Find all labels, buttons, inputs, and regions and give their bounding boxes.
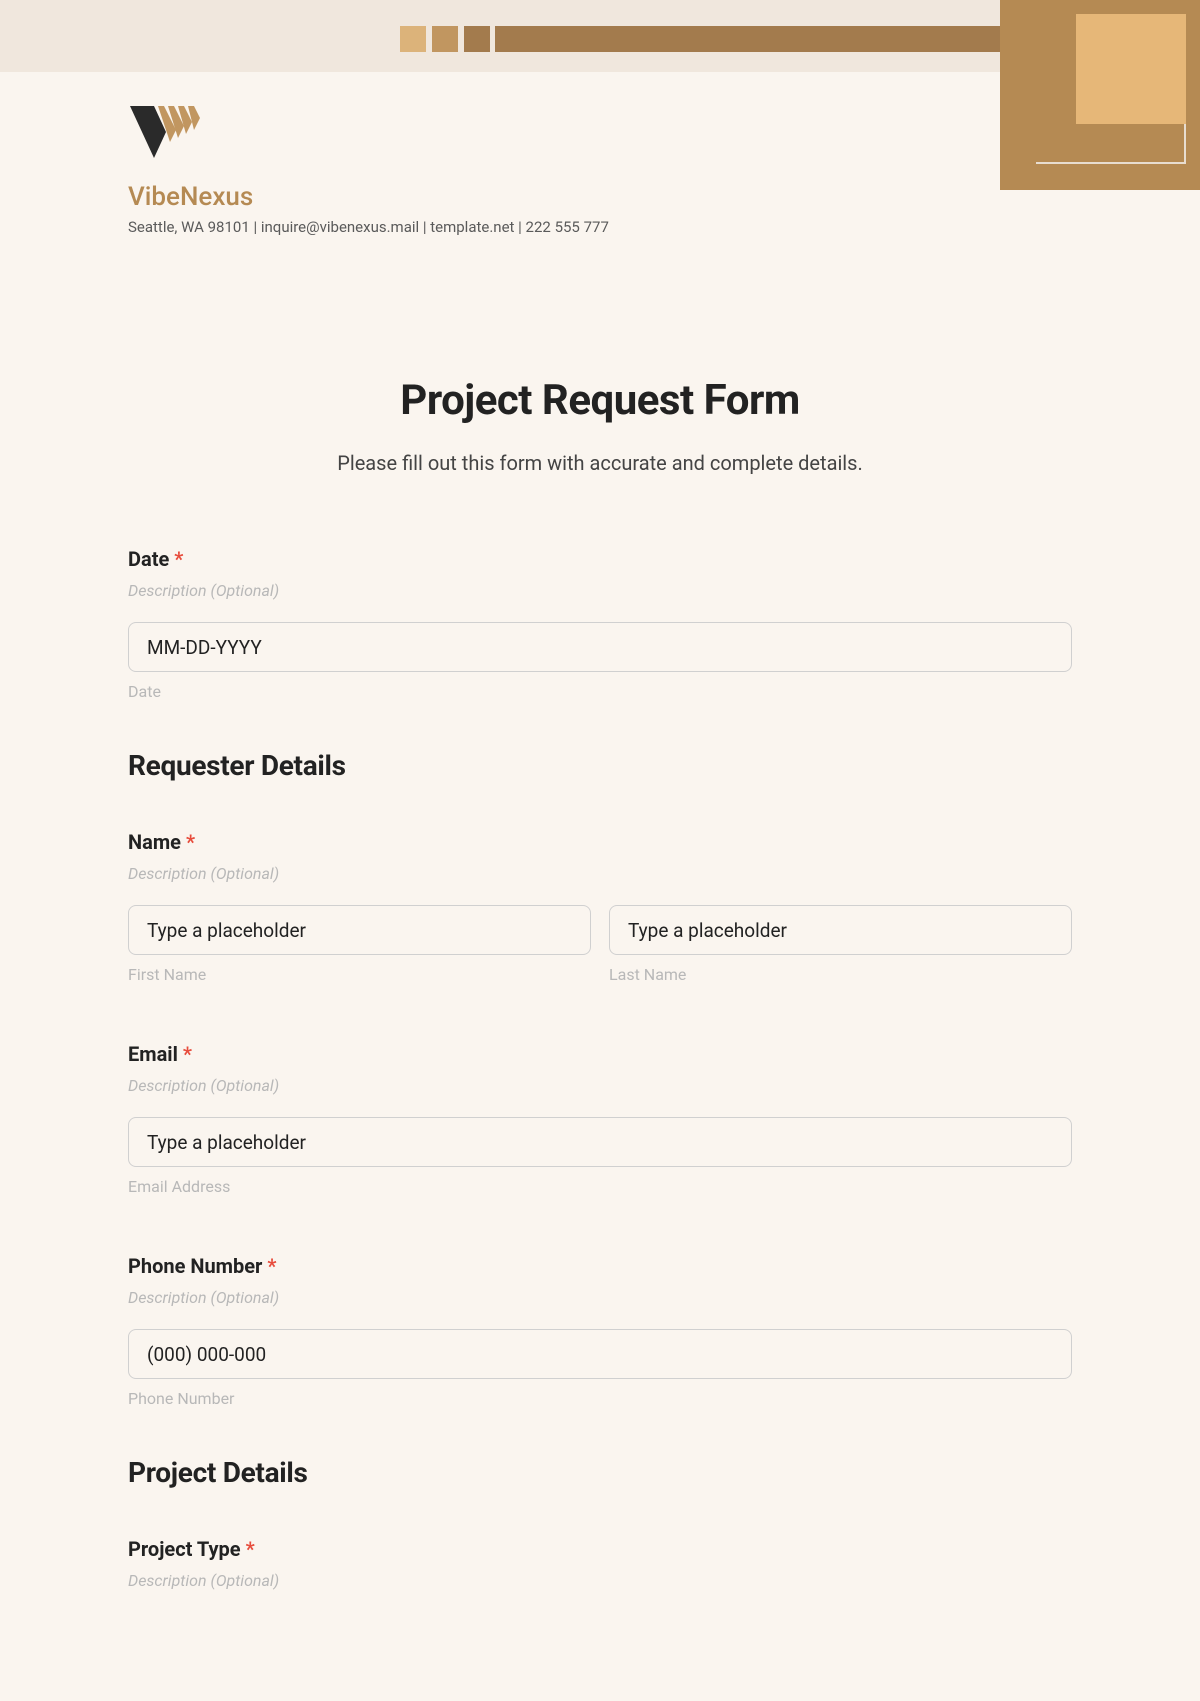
field-label: Name * — [128, 830, 1072, 854]
label-text: Date — [128, 547, 169, 571]
field-name: Name * Description (Optional) First Name… — [128, 830, 1072, 984]
deco-block — [464, 26, 490, 52]
field-sublabel: Date — [128, 682, 1072, 701]
corner-layer — [1076, 14, 1186, 124]
required-star: * — [183, 1042, 192, 1066]
form-title: Project Request Form — [128, 376, 1072, 425]
field-label: Phone Number * — [128, 1254, 1072, 1278]
label-text: Phone Number — [128, 1254, 262, 1278]
logo-icon — [128, 104, 206, 176]
field-label: Date * — [128, 547, 1072, 571]
field-phone: Phone Number * Description (Optional) Ph… — [128, 1254, 1072, 1408]
field-sublabel: Phone Number — [128, 1389, 1072, 1408]
field-sublabel: First Name — [128, 965, 591, 984]
label-text: Project Type — [128, 1537, 241, 1561]
date-input[interactable] — [128, 622, 1072, 672]
form-container: Project Request Form Please fill out thi… — [0, 236, 1200, 1630]
field-description: Description (Optional) — [128, 1571, 1072, 1590]
section-project-details: Project Details — [128, 1456, 1072, 1489]
field-description: Description (Optional) — [128, 1288, 1072, 1307]
form-subtitle: Please fill out this form with accurate … — [128, 451, 1072, 475]
email-input[interactable] — [128, 1117, 1072, 1167]
first-name-input[interactable] — [128, 905, 591, 955]
required-star: * — [246, 1537, 255, 1561]
field-label: Email * — [128, 1042, 1072, 1066]
field-description: Description (Optional) — [128, 581, 1072, 600]
required-star: * — [267, 1254, 276, 1278]
deco-block — [432, 26, 458, 52]
header-decoration-blocks — [400, 26, 490, 52]
required-star: * — [186, 830, 195, 854]
phone-input[interactable] — [128, 1329, 1072, 1379]
brand-contact: Seattle, WA 98101 | inquire@vibenexus.ma… — [128, 218, 1200, 236]
field-sublabel: Email Address — [128, 1177, 1072, 1196]
deco-block — [400, 26, 426, 52]
required-star: * — [174, 547, 183, 571]
corner-decoration — [970, 0, 1200, 200]
label-text: Name — [128, 830, 181, 854]
section-requester-details: Requester Details — [128, 749, 1072, 782]
field-description: Description (Optional) — [128, 864, 1072, 883]
field-label: Project Type * — [128, 1537, 1072, 1561]
field-date: Date * Description (Optional) Date — [128, 547, 1072, 701]
field-email: Email * Description (Optional) Email Add… — [128, 1042, 1072, 1196]
last-name-input[interactable] — [609, 905, 1072, 955]
field-project-type: Project Type * Description (Optional) — [128, 1537, 1072, 1590]
field-description: Description (Optional) — [128, 1076, 1072, 1095]
label-text: Email — [128, 1042, 178, 1066]
field-sublabel: Last Name — [609, 965, 1072, 984]
